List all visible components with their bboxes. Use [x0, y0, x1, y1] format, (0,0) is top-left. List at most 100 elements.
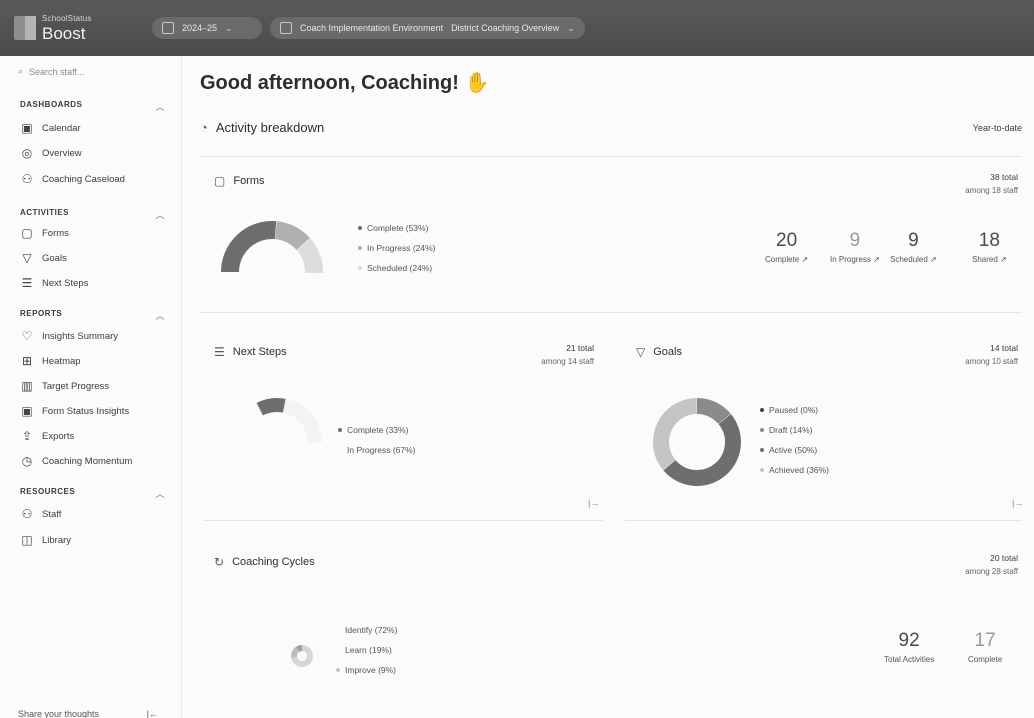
forms-stat-scheduled[interactable]: 9 Scheduled ↗ — [890, 230, 937, 264]
next-steps-segment-complete — [256, 398, 286, 416]
brand[interactable]: SchoolStatus Boost — [14, 14, 144, 42]
stat-value: 92 — [898, 630, 920, 651]
section-resources[interactable]: RESOURCES ︿ — [20, 487, 165, 500]
coaching-cycles-stat-complete[interactable]: 17 Complete — [968, 630, 1002, 664]
goals-card-title: ▽ Goals — [636, 345, 682, 359]
coaching-cycles-stat-total[interactable]: 92 Total Activities — [884, 630, 934, 664]
stat-value: 20 — [776, 230, 798, 251]
stat-label: Total Activities — [884, 655, 935, 664]
activity-breakdown-title: Activity breakdown — [215, 120, 325, 135]
legend-dot — [358, 246, 362, 250]
stat-label: Shared ↗ — [972, 255, 1007, 264]
forms-staff-count: among 18 staff — [965, 186, 1018, 195]
sidebar-item-label: Calendar — [42, 122, 81, 134]
staff-search-input[interactable]: ⌕ Search staff... — [18, 66, 84, 77]
stat-label: Complete ↗ — [765, 255, 809, 264]
share-feedback-link[interactable]: Share your thoughts |← — [18, 709, 158, 718]
goals-legend: Paused (0%) Draft (14%) Active (50%) Ach… — [760, 400, 829, 480]
calendar-icon — [162, 22, 174, 34]
sidebar-item-goals[interactable]: ▽ Goals — [20, 251, 66, 265]
staff-icon: ⚇ — [21, 507, 33, 521]
chevron-up-icon: ︿ — [155, 311, 165, 321]
collapse-icon[interactable]: |← — [147, 709, 158, 718]
sidebar: ⌕ Search staff... DASHBOARDS ︿ ▣ Calenda… — [0, 56, 182, 718]
legend-label: Draft (14%) — [769, 425, 813, 435]
sidebar-item-forms[interactable]: ▢ Forms — [20, 226, 69, 240]
boost-logo-icon — [14, 16, 36, 40]
legend-item: Identify (72%) — [336, 620, 397, 640]
sidebar-item-staff[interactable]: ⚇ Staff — [20, 507, 62, 521]
forms-stat-in-progress[interactable]: 9 In Progress ↗ — [830, 230, 880, 264]
sidebar-item-calendar[interactable]: ▣ Calendar — [20, 121, 81, 135]
activity-breakdown-heading: ◔ Activity breakdown — [200, 120, 324, 135]
section-label: DASHBOARDS — [20, 100, 83, 109]
legend-item: In Progress (67%) — [338, 440, 416, 460]
sidebar-item-overview[interactable]: ◎ Overview — [20, 146, 82, 160]
lightbulb-icon: ♡ — [21, 329, 33, 343]
book-icon: ◫ — [21, 533, 33, 547]
sidebar-item-label: Library — [42, 534, 72, 546]
section-label: REPORTS — [20, 309, 63, 318]
sidebar-item-coaching-momentum[interactable]: ◷ Coaching Momentum — [20, 454, 133, 468]
chevron-down-icon: ⌄ — [225, 22, 233, 33]
next-steps-title: Next Steps — [232, 346, 287, 358]
sidebar-item-next-steps[interactable]: ☰ Next Steps — [20, 276, 89, 290]
section-reports[interactable]: REPORTS ︿ — [20, 309, 165, 322]
sidebar-item-label: Staff — [42, 508, 62, 520]
legend-item: In Progress (24%) — [358, 238, 436, 258]
cycle-icon: ↻ — [214, 555, 225, 569]
legend-label: Paused (0%) — [769, 405, 819, 415]
legend-dot — [760, 448, 764, 452]
forms-segment-scheduled — [296, 238, 323, 274]
school-year-selector[interactable]: 2024–25 ⌄ — [152, 17, 262, 39]
forms-stat-complete[interactable]: 20 Complete ↗ — [765, 230, 808, 264]
chevron-up-icon: ︿ — [155, 102, 165, 112]
top-bar: SchoolStatus Boost 2024–25 ⌄ Coach Imple… — [0, 0, 1034, 56]
sidebar-item-label: Coaching Momentum — [42, 455, 133, 467]
sidebar-item-label: Form Status Insights — [42, 405, 130, 417]
divider — [203, 520, 603, 521]
goals-total: 14 total among 10 staff — [965, 342, 1018, 368]
forms-card-title: ▢ Forms — [214, 174, 265, 188]
forms-total-count: 38 total — [990, 172, 1018, 182]
sidebar-item-label: Next Steps — [42, 277, 89, 289]
next-steps-segment-in-progress — [282, 398, 322, 444]
forms-stat-shared[interactable]: 18 Shared ↗ — [972, 230, 1007, 264]
chevron-down-icon: ⌄ — [567, 22, 575, 33]
sidebar-item-coaching-caseload[interactable]: ⚇ Coaching Caseload — [20, 172, 125, 186]
list-icon: ☰ — [214, 345, 225, 359]
sidebar-item-insights-summary[interactable]: ♡ Insights Summary — [20, 329, 118, 343]
goals-segment-achieved — [653, 398, 698, 471]
sidebar-item-target-progress[interactable]: ▥ Target Progress — [20, 379, 109, 393]
sidebar-item-label: Exports — [42, 430, 75, 442]
date-range-selector[interactable]: Year-to-date — [973, 123, 1022, 133]
section-dashboards[interactable]: DASHBOARDS ︿ — [20, 100, 165, 113]
sidebar-item-library[interactable]: ◫ Library — [20, 533, 71, 547]
chevron-up-icon: ︿ — [155, 489, 165, 499]
legend-item: Complete (33%) — [338, 420, 416, 440]
waving-hand-icon: ✋ — [464, 72, 490, 94]
legend-label: Identify (72%) — [345, 625, 398, 635]
search-placeholder: Search staff... — [29, 66, 85, 77]
goals-open-icon[interactable]: |→ — [1012, 498, 1023, 508]
legend-label: Complete (33%) — [347, 425, 409, 435]
sidebar-item-form-status-insights[interactable]: ▣ Form Status Insights — [20, 404, 129, 418]
next-steps-open-icon[interactable]: |→ — [588, 498, 599, 508]
legend-dot — [358, 266, 362, 270]
next-steps-card-title: ☰ Next Steps — [214, 345, 287, 359]
next-steps-total-count: 21 total — [566, 343, 594, 353]
page-title: Good afternoon, Coaching! ✋ — [200, 70, 489, 95]
stat-value: 18 — [978, 230, 1000, 251]
clock-icon: ◷ — [21, 454, 33, 468]
stat-value: 9 — [908, 230, 919, 251]
legend-dot — [336, 668, 340, 672]
legend-label: In Progress (67%) — [347, 445, 416, 455]
section-activities[interactable]: ACTIVITIES ︿ — [20, 208, 165, 221]
grid-icon: ⊞ — [21, 354, 33, 368]
section-label: RESOURCES — [20, 487, 76, 496]
stat-label: Complete — [968, 655, 1003, 664]
sidebar-item-heatmap[interactable]: ⊞ Heatmap — [20, 354, 81, 368]
forms-legend: Complete (53%) In Progress (24%) Schedul… — [358, 218, 436, 278]
sidebar-item-exports[interactable]: ⇪ Exports — [20, 429, 74, 443]
environment-selector[interactable]: Coach Implementation Environment Distric… — [270, 17, 585, 39]
